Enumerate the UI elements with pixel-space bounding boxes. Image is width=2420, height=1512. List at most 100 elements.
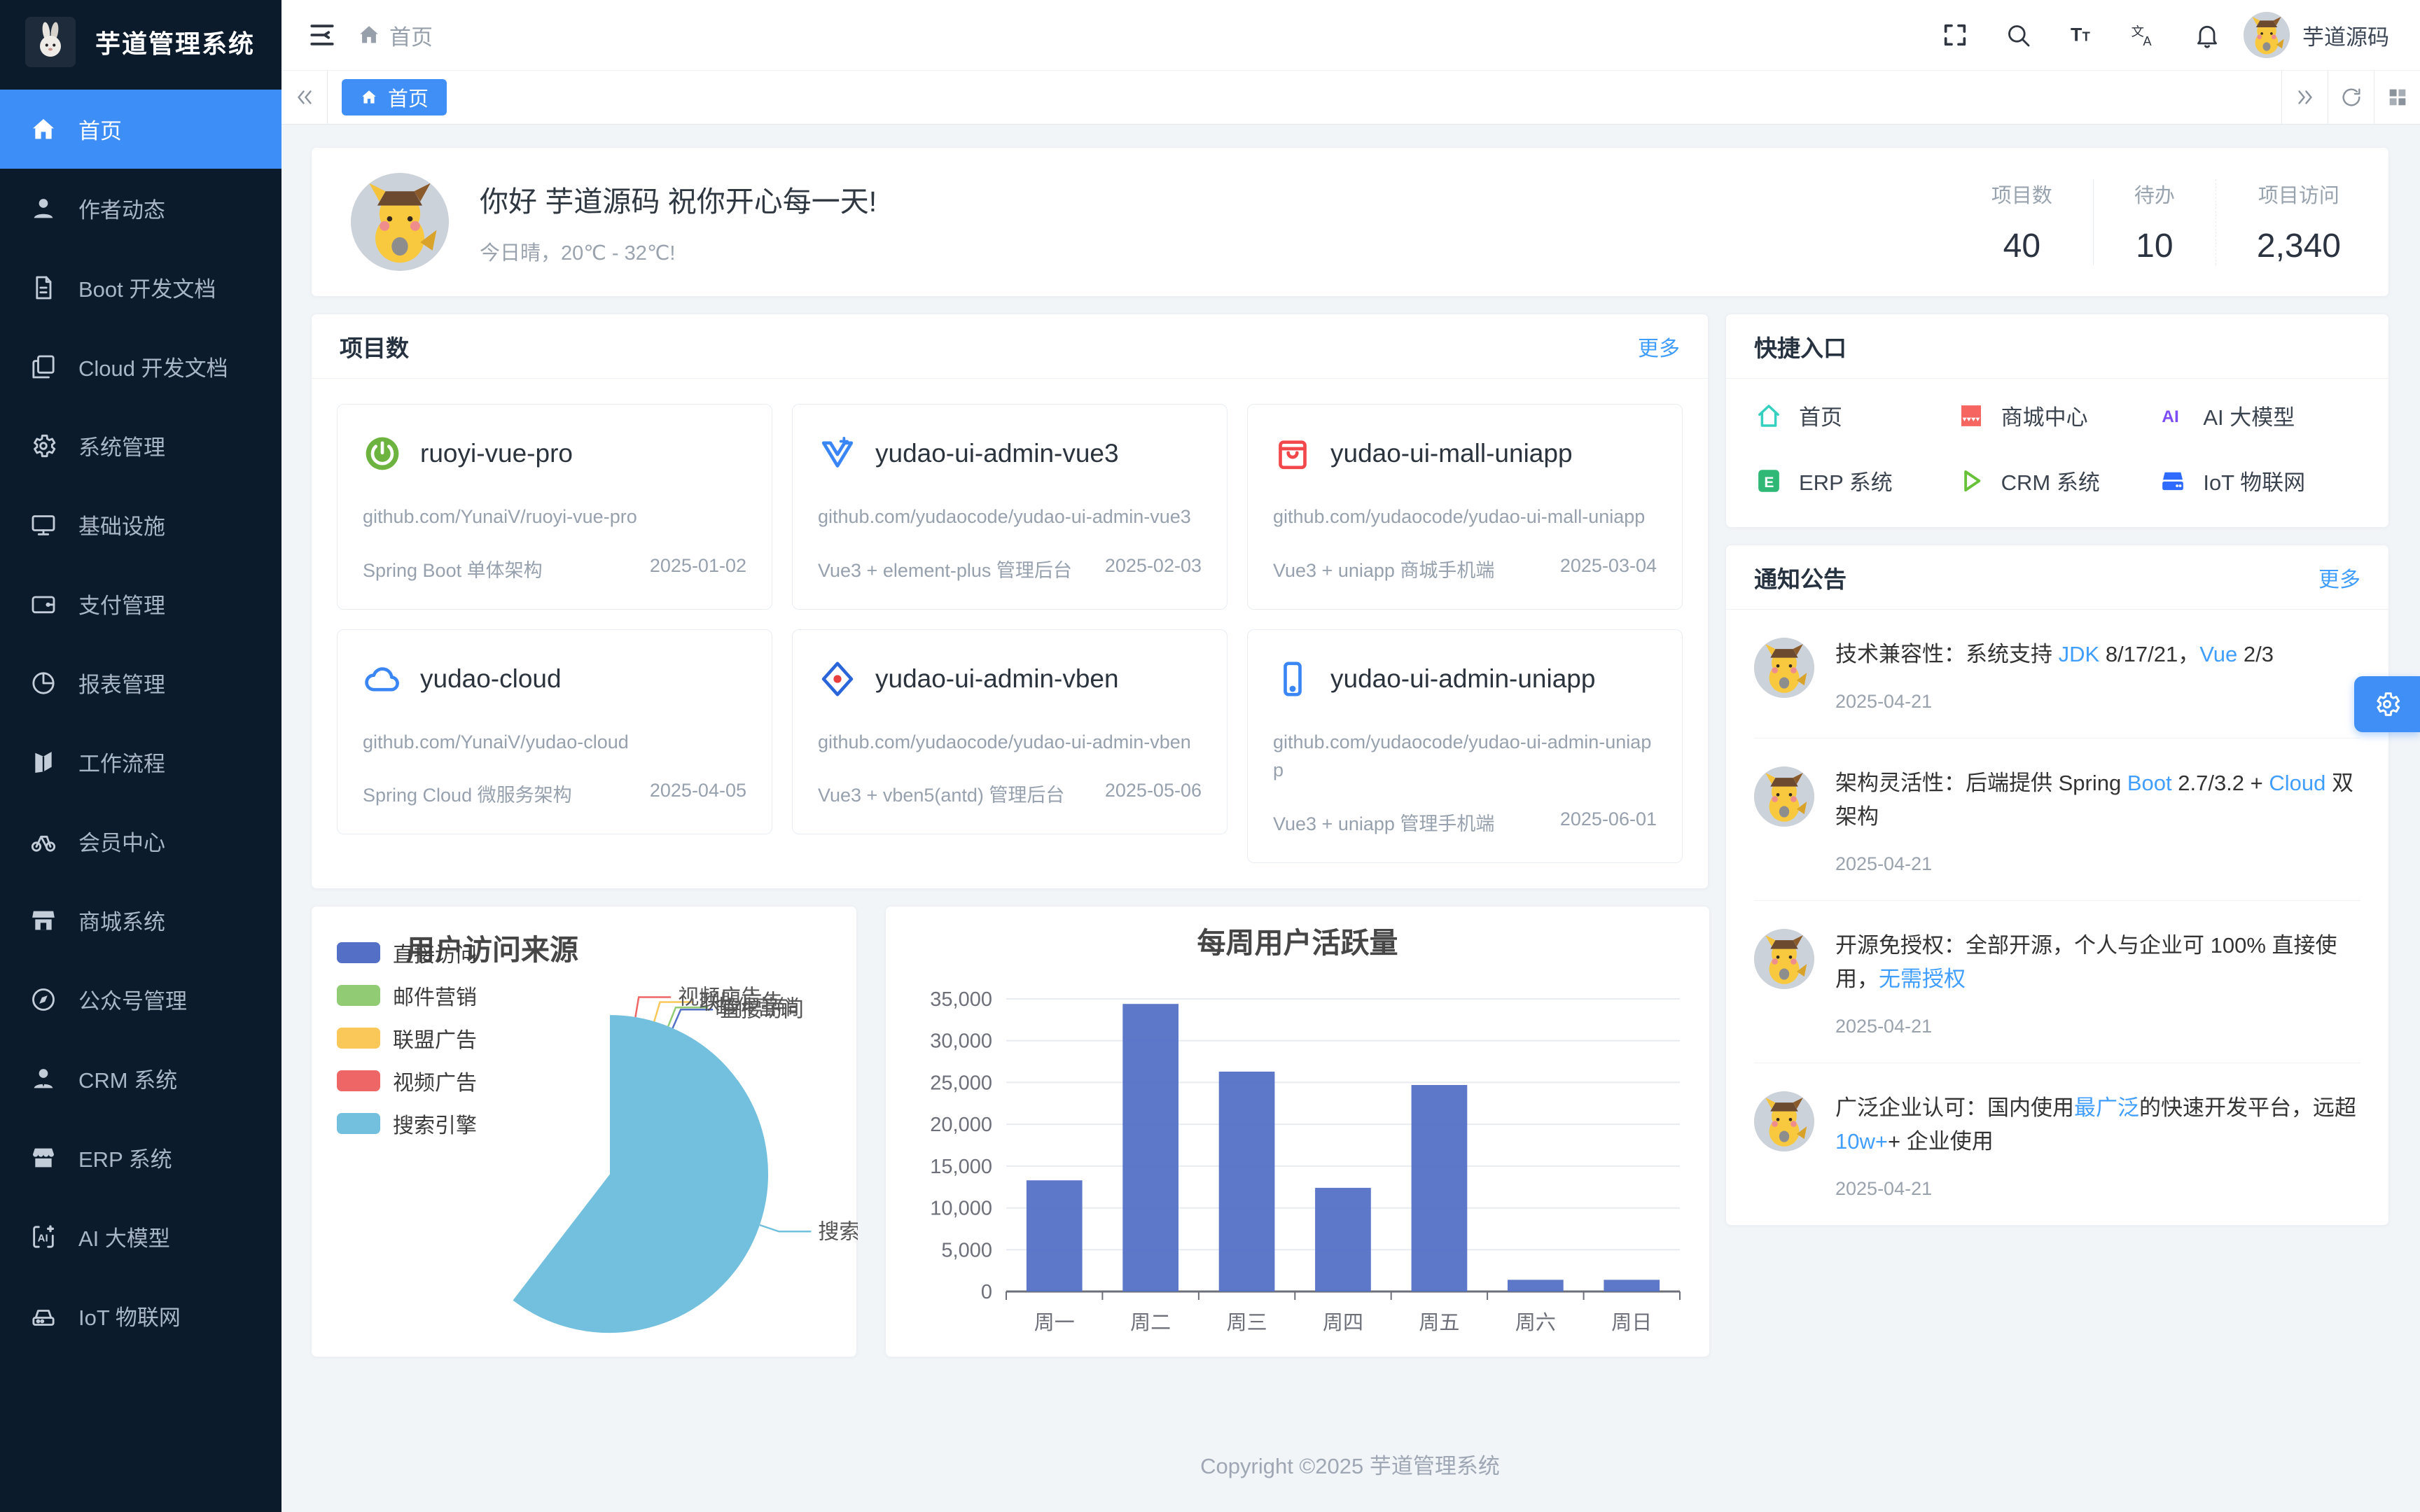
sidebar-item-erp[interactable]: ERP 系统 [0,1118,281,1197]
svg-text:5,000: 5,000 [941,1239,992,1261]
sidebar-item-report[interactable]: 报表管理 [0,643,281,722]
sidebar-item-mp[interactable]: 公众号管理 [0,960,281,1039]
sidebar-item-pay[interactable]: 支付管理 [0,564,281,643]
language-button[interactable]: 文A [2119,17,2169,53]
project-name: yudao-cloud [420,664,562,694]
notice-item-1[interactable]: 技术兼容性：系统支持 JDK 8/17/21，Vue 2/3 2025-04-2… [1754,610,2360,738]
legend-item[interactable]: 邮件营销 [337,980,477,1011]
stat-item: 项目数 40 [1951,179,2093,265]
quick-link-ai[interactable]: AI AI 大模型 [2158,400,2360,431]
server-icon [29,1302,57,1330]
chevron-down-icon [214,594,235,615]
stat-value: 40 [1991,227,2052,265]
svg-text:AI: AI [2162,407,2180,426]
fullscreen-button[interactable] [1930,17,1980,53]
project-name: ruoyi-vue-pro [420,439,573,468]
tabs-layout-button[interactable] [2374,71,2420,124]
tabs-forward-button[interactable] [2281,71,2328,124]
legend-item[interactable]: 联盟广告 [337,1023,477,1054]
sidebar-item-member[interactable]: 会员中心 [0,802,281,881]
pikachu-avatar [1754,1091,1814,1152]
project-card-yudao-ui-mall-uniapp[interactable]: yudao-ui-mall-uniapp github.com/yudaocod… [1247,404,1683,610]
pikachu-avatar [351,173,449,271]
tabbar: 首页 [281,70,2420,125]
projects-panel: 项目数 更多 ruoyi-vue-pro github.com/YunaiV/r… [311,314,1709,889]
svg-text:20,000: 20,000 [930,1114,992,1136]
quick-link-crm[interactable]: CRM 系统 [1956,465,2159,496]
home-icon [29,115,57,144]
sidebar-item-system[interactable]: 系统管理 [0,406,281,485]
sidebar-item-workflow[interactable]: 工作流程 [0,722,281,802]
sidebar-item-ai[interactable]: AI AI 大模型 [0,1197,281,1276]
greeting-card: 你好 芋道源码 祝你开心每一天! 今日晴，20℃ - 32℃! 项目数 40 待… [311,147,2389,297]
pie-icon [29,669,57,697]
ai-badge-icon: AI [2158,401,2188,430]
quick-link-mall[interactable]: 商城中心 [1956,400,2159,431]
sidebar: 芋道管理系统 首页 作者动态 Boot 开发文档 Cloud 开发文档 系 [0,0,281,1512]
search-button[interactable] [1993,17,2043,53]
project-card-yudao-cloud[interactable]: yudao-cloud github.com/YunaiV/yudao-clou… [337,629,772,835]
legend-swatch [337,1028,380,1049]
projects-more-link[interactable]: 更多 [1638,331,1680,362]
docs-icon [29,353,57,381]
project-date: 2025-05-06 [1105,780,1202,807]
legend-item[interactable]: 搜索引擎 [337,1108,477,1139]
sidebar-item-infra[interactable]: 基础设施 [0,485,281,564]
font-size-icon: TT [2067,21,2095,49]
quick-link-home[interactable]: 首页 [1754,400,1956,431]
notification-button[interactable] [2182,17,2232,53]
sidebar-item-home[interactable]: 首页 [0,90,281,169]
sidebar-item-mall[interactable]: 商城系统 [0,881,281,960]
notice-item-3[interactable]: 开源免授权：全部开源，个人与企业可 100% 直接使用，无需授权 2025-04… [1754,901,2360,1063]
app-logo-row[interactable]: 芋道管理系统 [0,0,281,84]
notices-more-link[interactable]: 更多 [2318,562,2360,593]
sidebar-item-iot[interactable]: IoT 物联网 [0,1276,281,1355]
notice-title: 架构灵活性：后端提供 Spring Boot 2.7/3.2 + Cloud 双… [1835,766,2360,834]
sidebar-item-crm[interactable]: CRM 系统 [0,1039,281,1118]
pikachu-avatar [1754,929,1814,989]
gear-icon [29,432,57,460]
erp-box-icon: E [1754,466,1783,496]
chevron-down-icon [214,1068,235,1089]
project-card-yudao-ui-admin-vue3[interactable]: yudao-ui-admin-vue3 github.com/yudaocode… [792,404,1228,610]
quick-link-iot[interactable]: IoT 物联网 [2158,465,2360,496]
svg-text:30,000: 30,000 [930,1030,992,1052]
tab-home[interactable]: 首页 [342,79,447,115]
quick-link-label: 首页 [1799,400,1842,431]
project-card-yudao-ui-admin-vben[interactable]: yudao-ui-admin-vben github.com/yudaocode… [792,629,1228,835]
stat-label: 项目访问 [2257,179,2341,209]
legend-swatch [337,942,380,963]
quick-entry-panel: 快捷入口 首页 商城中心 AI AI 大模型 [1725,314,2389,528]
tabs-refresh-button[interactable] [2328,71,2374,124]
project-date: 2025-04-05 [650,780,746,807]
user-menu[interactable]: 芋道源码 [2244,12,2389,58]
quick-link-erp[interactable]: E ERP 系统 [1754,465,1956,496]
svg-text:每周用户活跃量: 每周用户活跃量 [1197,927,1398,959]
project-date: 2025-02-03 [1105,555,1202,582]
legend-item[interactable]: 直接访问 [337,937,477,968]
project-card-yudao-ui-admin-uniapp[interactable]: yudao-ui-admin-uniapp github.com/yudaoco… [1247,629,1683,863]
chevron-down-icon [214,752,235,773]
settings-fab-button[interactable] [2354,676,2420,732]
notice-item-4[interactable]: 广泛企业认可：国内使用最广泛的快速开发平台，远超 10w++ 企业使用 2025… [1754,1063,2360,1225]
legend-item[interactable]: 视频广告 [337,1065,477,1096]
font-size-button[interactable]: TT [2056,17,2106,53]
notice-title: 技术兼容性：系统支持 JDK 8/17/21，Vue 2/3 [1835,638,2274,671]
compass-icon [29,986,57,1014]
menu-fold-icon[interactable] [307,20,338,50]
stat-label: 待办 [2134,179,2175,209]
tabs-back-button[interactable] [281,71,328,124]
sidebar-item-label: Cloud 开发文档 [78,351,228,382]
sidebar-item-boot-doc[interactable]: Boot 开发文档 [0,248,281,327]
project-desc: Vue3 + uniapp 商城手机端 [1273,555,1494,582]
wallet-icon [29,590,57,618]
sidebar-item-author[interactable]: 作者动态 [0,169,281,248]
project-card-ruoyi-vue-pro[interactable]: ruoyi-vue-pro github.com/YunaiV/ruoyi-vu… [337,404,772,610]
notice-item-2[interactable]: 架构灵活性：后端提供 Spring Boot 2.7/3.2 + Cloud 双… [1754,738,2360,901]
sidebar-item-cloud-doc[interactable]: Cloud 开发文档 [0,327,281,406]
page-content: 你好 芋道源码 祝你开心每一天! 今日晴，20℃ - 32℃! 项目数 40 待… [281,125,2420,1512]
notice-date: 2025-04-21 [1835,1016,2360,1037]
legend-swatch [337,1070,380,1091]
legend-label: 视频广告 [393,1065,477,1096]
sidebar-item-label: AI 大模型 [78,1221,170,1252]
